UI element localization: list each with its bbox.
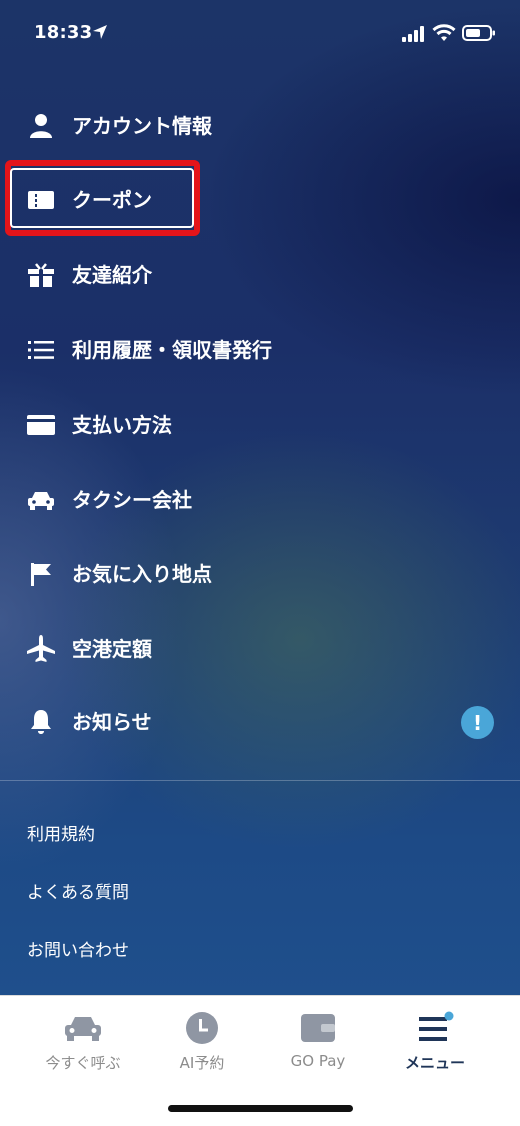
- taxi-icon: [26, 486, 56, 514]
- menu-item-payment[interactable]: 支払い方法: [0, 395, 520, 455]
- menu-item-label: アカウント情報: [72, 114, 212, 138]
- tab-go-pay[interactable]: GO Pay: [253, 1006, 383, 1076]
- tab-call-now[interactable]: 今すぐ呼ぶ: [18, 1006, 148, 1076]
- terms-link[interactable]: 利用規約: [27, 820, 95, 845]
- notice-alert-badge: !: [461, 706, 494, 739]
- menu-item-history[interactable]: 利用履歴・領収書発行: [0, 320, 520, 380]
- menu-item-account[interactable]: アカウント情報: [0, 96, 520, 156]
- menu-item-label: 友達紹介: [72, 263, 152, 287]
- menu-item-taxi-company[interactable]: タクシー会社: [0, 470, 520, 530]
- home-indicator: [168, 1105, 353, 1112]
- tab-label: GO Pay: [290, 1052, 346, 1070]
- car-icon: [61, 1010, 105, 1046]
- menu-item-referral[interactable]: 友達紹介: [0, 245, 520, 305]
- status-time: 18:33: [34, 22, 93, 43]
- battery-icon: [462, 25, 495, 41]
- tab-label: メニュー: [404, 1054, 465, 1072]
- tab-label: AI予約: [179, 1054, 225, 1072]
- card-icon: [26, 411, 56, 439]
- clock-icon: [180, 1010, 224, 1046]
- status-bar: 18:33: [0, 0, 520, 66]
- person-icon: [26, 112, 56, 140]
- menu-item-label: 利用履歴・領収書発行: [72, 338, 272, 362]
- menu-icon: [413, 1010, 457, 1046]
- faq-link[interactable]: よくある質問: [27, 878, 129, 903]
- flag-icon: [26, 560, 56, 588]
- signal-icon: [402, 26, 424, 42]
- menu-item-label: タクシー会社: [72, 488, 192, 512]
- menu-item-notices[interactable]: お知らせ: [0, 692, 520, 752]
- bell-icon: [26, 708, 56, 736]
- menu-item-label: 空港定額: [72, 637, 152, 661]
- menu-item-favorites[interactable]: お気に入り地点: [0, 544, 520, 604]
- ticket-icon: [26, 186, 56, 214]
- menu-screen: 18:33 アカウント情報 クーポン 友達紹介 利用履歴・領収書発行 支払い方法…: [0, 0, 520, 995]
- wallet-icon: [296, 1010, 340, 1046]
- tab-menu[interactable]: メニュー: [370, 1006, 500, 1076]
- gift-icon: [26, 261, 56, 289]
- wifi-icon: [432, 24, 456, 41]
- menu-item-coupon[interactable]: クーポン: [0, 170, 520, 230]
- menu-item-label: 支払い方法: [72, 413, 172, 437]
- menu-item-label: クーポン: [72, 188, 152, 212]
- tab-label: 今すぐ呼ぶ: [45, 1054, 121, 1072]
- menu-item-label: お気に入り地点: [72, 562, 212, 586]
- divider: [0, 780, 520, 781]
- airplane-icon: [26, 635, 56, 663]
- list-icon: [26, 336, 56, 364]
- menu-item-label: お知らせ: [72, 710, 152, 734]
- menu-item-airport[interactable]: 空港定額: [0, 619, 520, 679]
- tab-ai-reservation[interactable]: AI予約: [137, 1006, 267, 1076]
- location-arrow-icon: [93, 25, 107, 39]
- contact-link[interactable]: お問い合わせ: [27, 936, 129, 961]
